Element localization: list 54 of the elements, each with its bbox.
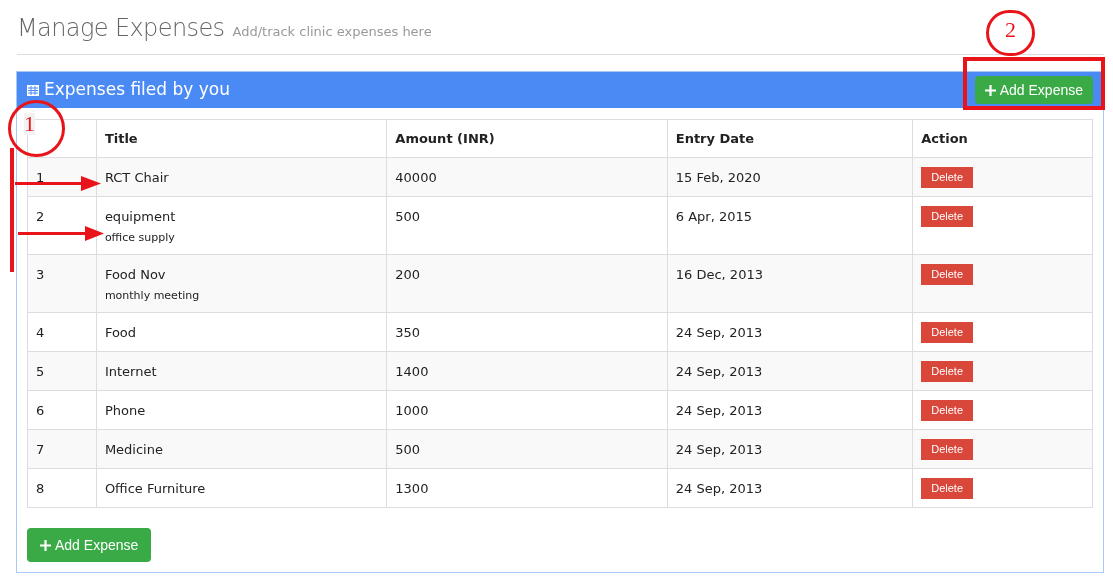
delete-button[interactable]: Delete [921, 361, 974, 382]
page-subtitle: Add/track clinic expenses here [232, 23, 432, 41]
row-number: 8 [36, 481, 45, 496]
amount-cell: 350 [395, 325, 421, 340]
expense-title: RCT Chair [104, 169, 170, 187]
row-number: 2 [36, 209, 45, 224]
expense-title: Food [104, 324, 138, 342]
page-title: Manage Expenses [17, 13, 225, 44]
expense-title: Phone [104, 402, 147, 420]
delete-button[interactable]: Delete [921, 206, 974, 227]
plus-icon [40, 539, 51, 551]
date-cell: 24 Sep, 2013 [675, 364, 763, 379]
date-cell: 16 Dec, 2013 [675, 267, 763, 282]
add-expense-button[interactable]: Add Expense [27, 528, 152, 562]
column-header: Title [104, 130, 138, 146]
panel-title: Expenses filed by you [44, 78, 230, 102]
delete-button[interactable]: Delete [921, 264, 974, 285]
row-number: 1 [36, 170, 45, 185]
delete-button[interactable]: Delete [921, 400, 974, 421]
row-number: 4 [36, 325, 45, 340]
row-number: 6 [36, 403, 45, 418]
amount-cell: 1300 [395, 481, 429, 496]
date-cell: 15 Feb, 2020 [675, 170, 761, 185]
date-cell: 24 Sep, 2013 [675, 325, 763, 340]
column-header: Action [921, 130, 968, 146]
row-number: 5 [36, 364, 45, 379]
delete-button[interactable]: Delete [921, 167, 974, 188]
expense-title: equipment [104, 208, 177, 226]
expense-note: office supply [104, 229, 176, 246]
delete-button[interactable]: Delete [921, 439, 974, 460]
expense-note: monthly meeting [104, 287, 201, 304]
expense-title: Office Furniture [104, 480, 207, 498]
amount-cell: 1400 [395, 364, 429, 379]
amount-cell: 40000 [395, 170, 437, 185]
expense-title: Internet [104, 363, 158, 381]
amount-cell: 200 [395, 267, 421, 282]
amount-cell: 500 [395, 442, 421, 457]
column-header: Amount (INR) [395, 130, 495, 146]
amount-cell: 1000 [395, 403, 429, 418]
delete-button[interactable]: Delete [921, 478, 974, 499]
expense-title: Medicine [104, 441, 164, 459]
date-cell: 24 Sep, 2013 [675, 442, 763, 457]
plus-icon [984, 84, 996, 96]
delete-button[interactable]: Delete [921, 322, 974, 343]
table-icon [27, 84, 39, 96]
column-header: Entry Date [675, 130, 755, 146]
date-cell: 24 Sep, 2013 [675, 403, 763, 418]
date-cell: 24 Sep, 2013 [675, 481, 763, 496]
row-number: 3 [36, 267, 45, 282]
expense-title: Food Nov [104, 266, 167, 284]
add-expense-button[interactable]: Add Expense [974, 76, 1093, 104]
date-cell: 6 Apr, 2015 [675, 209, 752, 224]
row-number: 7 [36, 442, 45, 457]
amount-cell: 500 [395, 209, 421, 224]
